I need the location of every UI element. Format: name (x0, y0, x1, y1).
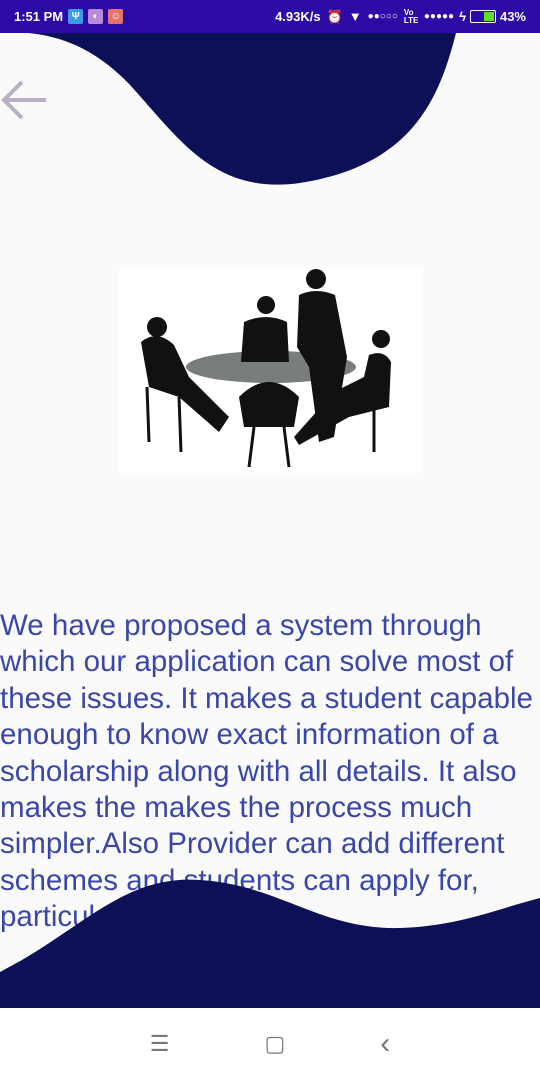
top-wave-decoration (28, 33, 456, 185)
back-button[interactable] (0, 78, 50, 122)
meeting-illustration (119, 267, 423, 473)
recent-apps-button[interactable]: ☰ (150, 1031, 170, 1057)
system-nav-bar: ☰ ▢ ‹ (0, 1008, 540, 1080)
arrow-left-icon (1, 80, 46, 120)
bottom-wave-decoration (0, 879, 540, 1008)
home-button[interactable]: ▢ (264, 1031, 285, 1057)
system-back-button[interactable]: ‹ (380, 1027, 390, 1061)
